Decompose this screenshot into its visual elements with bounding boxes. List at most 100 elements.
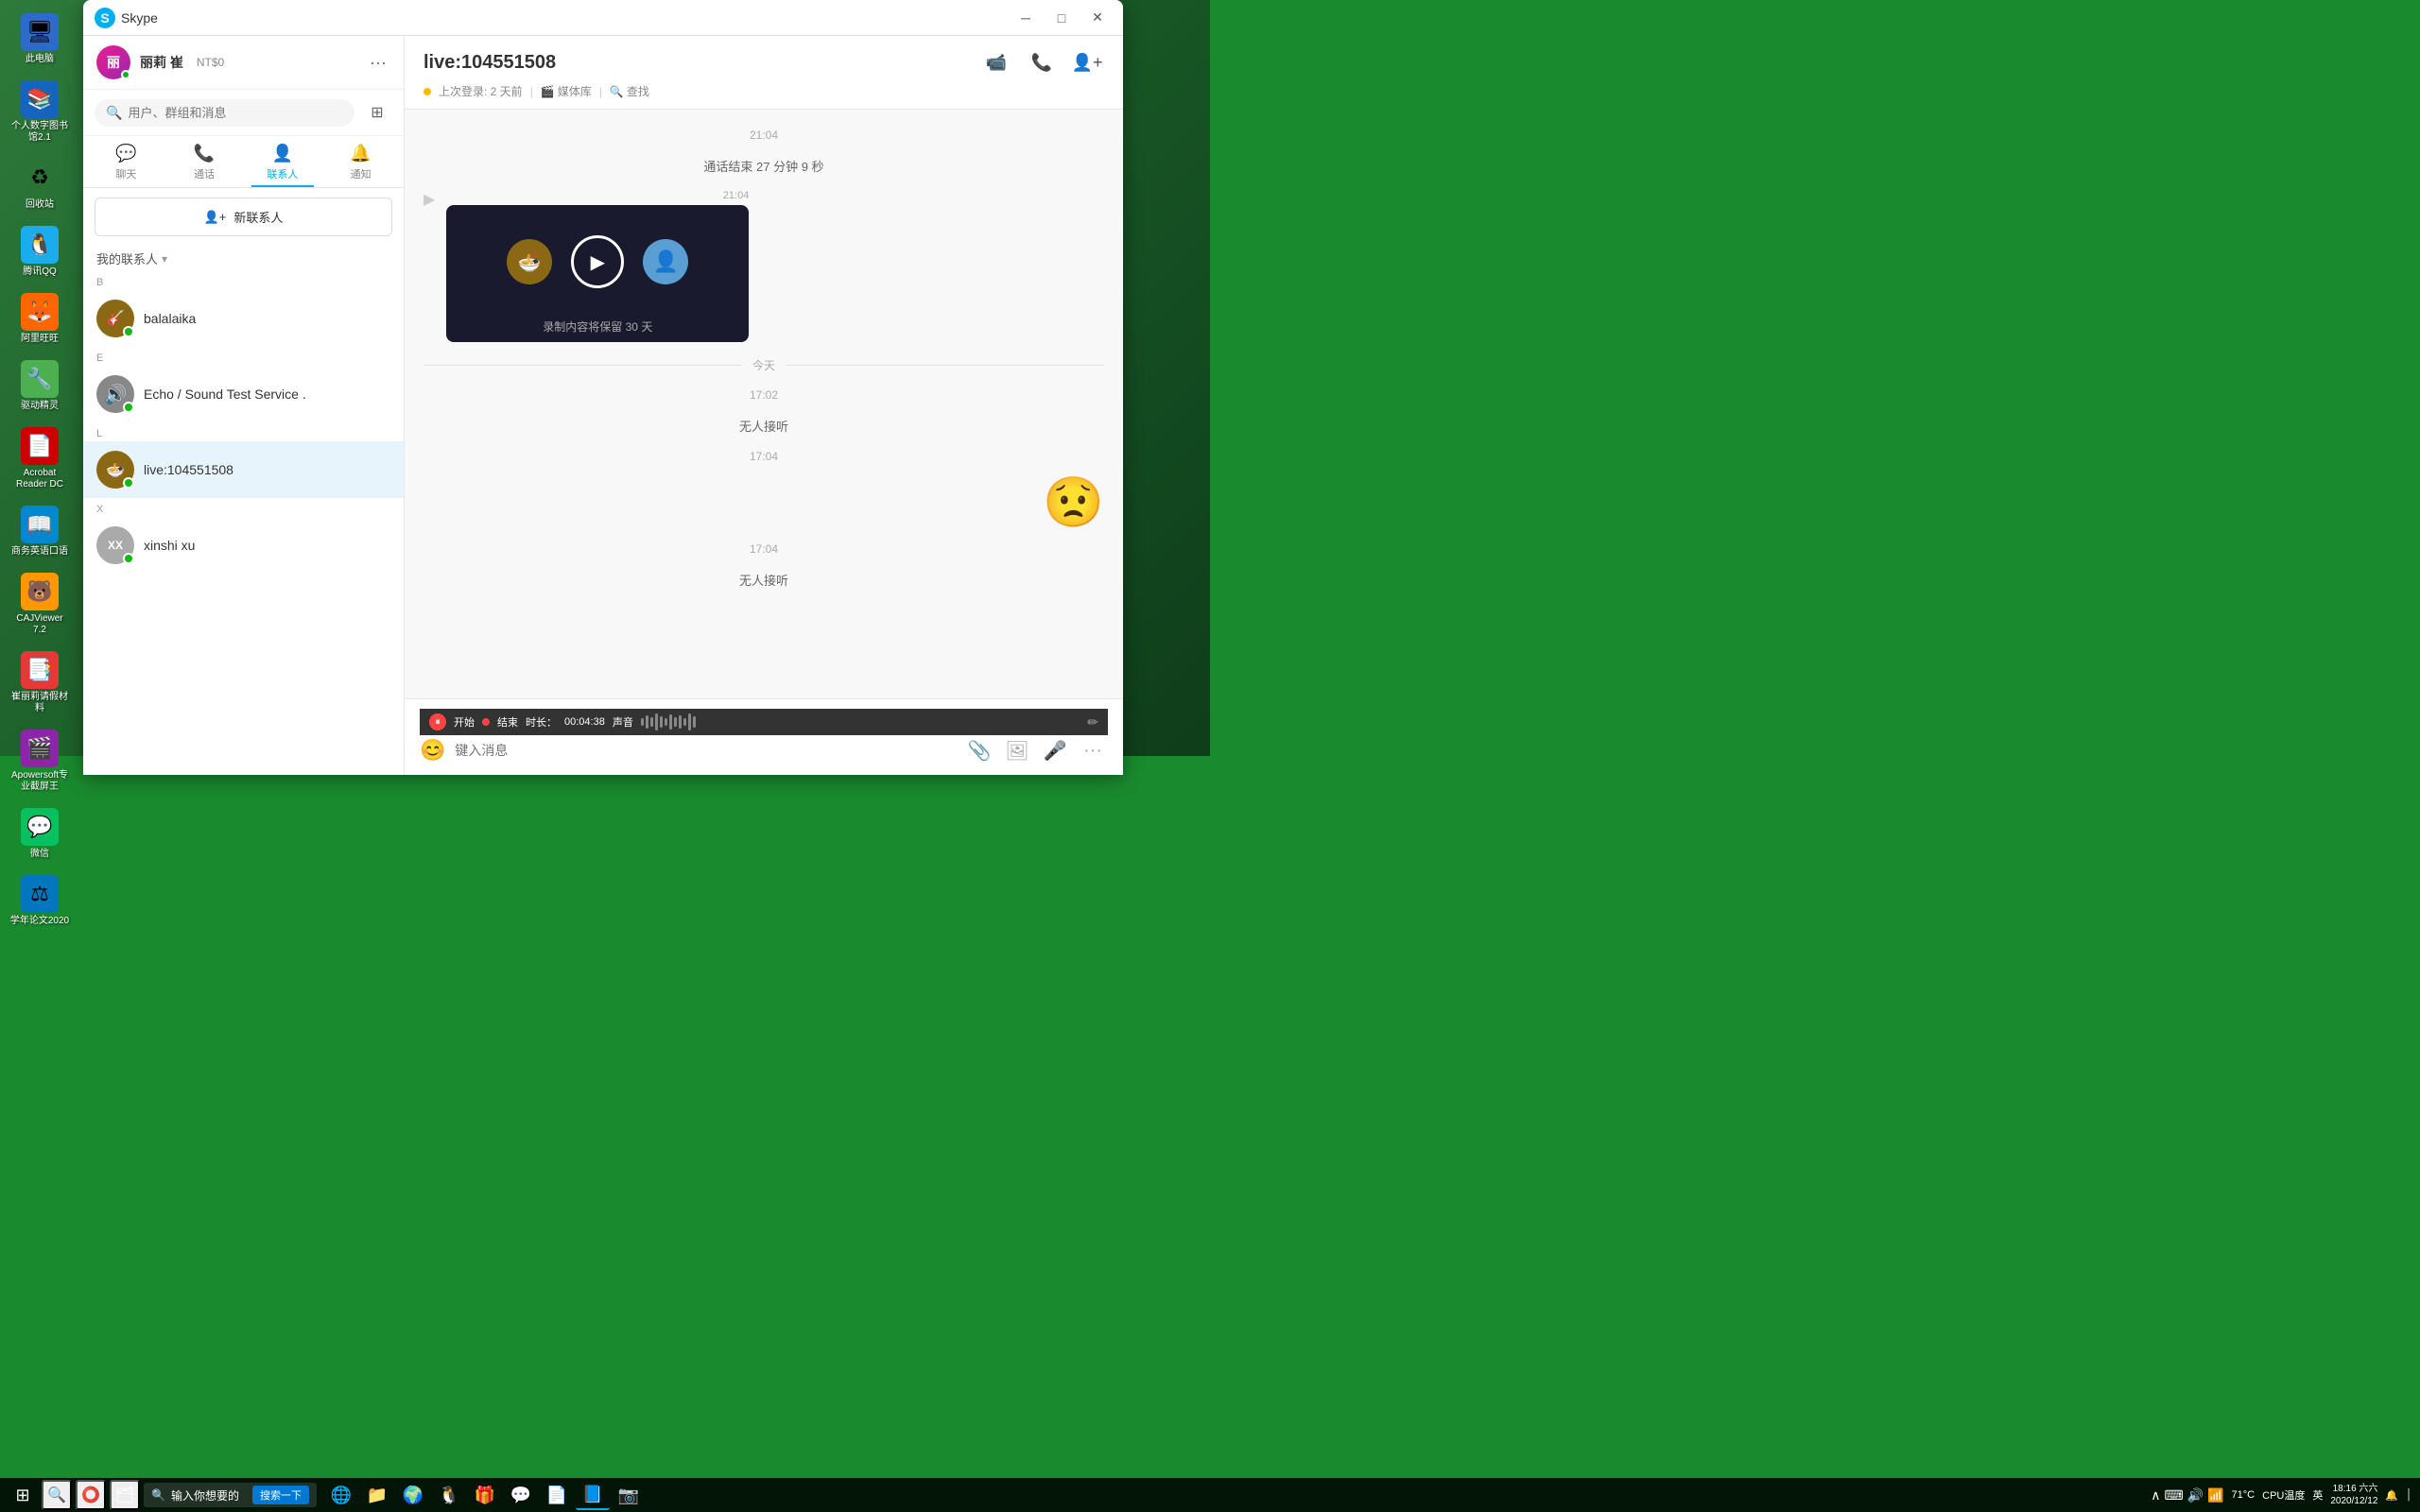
app-title: Skype — [121, 10, 158, 26]
wave-bar — [660, 716, 663, 728]
header-menu-button[interactable]: ··· — [366, 49, 390, 77]
desktop-icon-apowersoft[interactable]: 🎬 Apowersoft专业截屏王 — [6, 726, 74, 797]
list-item[interactable]: 🔊 Echo / Sound Test Service . — [83, 366, 404, 422]
taskbar-search-bar[interactable]: 🔍 输入你想要的 搜索一下 — [144, 1483, 317, 1507]
tab-call[interactable]: 📞 通话 — [165, 136, 244, 187]
list-item[interactable]: 🎸 balalaika — [83, 290, 404, 347]
play-button[interactable]: ▶ — [571, 235, 624, 288]
taskbar-app-bonus[interactable]: 🎁 — [468, 1480, 502, 1510]
wave-bar — [669, 714, 672, 730]
skype-window: S Skype ─ □ ✕ 丽 丽莉 崔 NT$0 — [83, 0, 1123, 775]
search-link[interactable]: 🔍 查找 — [610, 83, 649, 99]
taskbar-apps: 🌐 📁 🌍 🐧 🎁 💬 📄 📘 📷 — [324, 1480, 646, 1510]
desktop-icon-library[interactable]: 📚 个人数字图书馆2.1 — [6, 77, 74, 147]
voice-call-button[interactable]: 📞 — [1025, 45, 1059, 79]
last-login-text: 上次登录: 2 天前 — [439, 83, 523, 99]
search-input-wrap[interactable]: 🔍 — [95, 99, 354, 127]
media-link[interactable]: 🎬 媒体库 — [541, 83, 592, 99]
desktop-icon-paper[interactable]: 📑 崔丽莉请假材料 — [6, 647, 74, 718]
wave-bar — [641, 718, 644, 726]
list-item[interactable]: XX xinshi xu — [83, 517, 404, 574]
aliwangwang-icon: 🦊 — [21, 293, 59, 331]
attach-file-button[interactable]: 📎 — [964, 735, 994, 765]
taskbar-app-ie[interactable]: 🌐 — [324, 1480, 358, 1510]
my-contacts-header[interactable]: 我的联系人 ▾ — [83, 246, 404, 271]
desktop-icon-caida[interactable]: ⚖ 学年论文2020 — [6, 871, 74, 931]
chat-header: live:104551508 📹 📞 👤+ 上次登录: 2 天前 | 🎬 — [405, 36, 1123, 110]
search-button[interactable]: 搜索一下 — [252, 1486, 309, 1504]
desktop-icon-acrobat[interactable]: 📄 Acrobat Reader DC — [6, 423, 74, 494]
desktop-icon-wechat[interactable]: 💬 微信 — [6, 804, 74, 864]
taskbar-time[interactable]: 18:16 六六 2020/12/12 — [2330, 1483, 2377, 1507]
taskbar-task-view-button[interactable]: 🗂 — [110, 1480, 140, 1510]
video-call-button[interactable]: 📹 — [979, 45, 1013, 79]
skype-body: 丽 丽莉 崔 NT$0 ··· 🔍 ⊞ — [83, 36, 1123, 775]
mic-button[interactable]: 🎤 — [1040, 735, 1070, 765]
notify-icon: 🔔 — [350, 144, 371, 163]
pen-icon[interactable]: ✏ — [1087, 714, 1098, 730]
desktop-icon-driver[interactable]: 🔧 驱动精灵 — [6, 356, 74, 416]
cpu-label: CPU温度 — [2262, 1487, 2305, 1503]
wave-bar — [655, 713, 658, 730]
chat-meta: 上次登录: 2 天前 | 🎬 媒体库 | 🔍 查找 — [424, 83, 1104, 99]
date-divider: 今天 — [424, 357, 1104, 373]
time-display: 18:16 六六 — [2333, 1483, 2378, 1495]
skype-logo-icon: S — [95, 8, 115, 28]
time-label: 17:04 — [424, 450, 1104, 463]
more-options-button[interactable]: ··· — [1078, 735, 1108, 765]
tab-notify[interactable]: 🔔 通知 — [321, 136, 400, 187]
volume-icon[interactable]: 🔊 — [2187, 1487, 2204, 1503]
taskbar-app-pdf[interactable]: 📄 — [540, 1480, 574, 1510]
grid-button[interactable]: ⊞ — [362, 97, 392, 128]
close-button[interactable]: ✕ — [1083, 7, 1112, 29]
taskbar-app-folder[interactable]: 📁 — [360, 1480, 394, 1510]
notification-icon[interactable]: 🔔 — [2385, 1489, 2398, 1502]
chat-title: live:104551508 — [424, 52, 556, 74]
recycle-icon: ♻ — [21, 159, 59, 197]
message-input[interactable] — [455, 743, 955, 758]
title-bar: S Skype ─ □ ✕ — [83, 0, 1123, 36]
desktop-icon-english[interactable]: 📖 商务英语口语 — [6, 502, 74, 561]
image-button[interactable]: 🖼 — [1002, 735, 1032, 765]
desktop-icon-cajviewer[interactable]: 🐻 CAJViewer 7.2 — [6, 569, 74, 640]
video-record-time: 21:04 — [446, 190, 749, 201]
taskbar-notify: ∧ ⌨ 🔊 📶 — [2151, 1487, 2223, 1503]
wave-bar — [688, 713, 691, 730]
taskbar-app-camera[interactable]: 📷 — [612, 1480, 646, 1510]
emoji-button[interactable]: 😊 — [420, 738, 445, 763]
taskbar-app-chat[interactable]: 💬 — [504, 1480, 538, 1510]
taskbar-app-chrome[interactable]: 🌍 — [396, 1480, 430, 1510]
taskbar-app-qq[interactable]: 🐧 — [432, 1480, 466, 1510]
avatar: 丽 — [96, 45, 130, 79]
up-arrow-icon[interactable]: ∧ — [2151, 1487, 2160, 1503]
list-item[interactable]: 🍜 live:104551508 — [83, 441, 404, 498]
pause-button[interactable]: ⏸ — [429, 713, 446, 730]
desktop-icon-computer[interactable]: 🖥 此电脑 — [6, 9, 74, 69]
tab-contacts[interactable]: 👤 联系人 — [244, 136, 322, 187]
desktop-icon-aliwangwang[interactable]: 🦊 阿里旺旺 — [6, 289, 74, 349]
search-input[interactable] — [128, 106, 343, 120]
network-icon[interactable]: 📶 — [2207, 1487, 2223, 1503]
desktop-icon-qq[interactable]: 🐧 腾讯QQ — [6, 222, 74, 282]
taskbar-app-skype[interactable]: 📘 — [576, 1480, 610, 1510]
time-label: 17:04 — [424, 542, 1104, 556]
tab-chat[interactable]: 💬 聊天 — [87, 136, 165, 187]
start-button[interactable]: ⊞ — [8, 1480, 38, 1510]
status-dot-online — [123, 477, 134, 489]
wechat-icon: 💬 — [21, 808, 59, 846]
add-contact-button[interactable]: 👤+ — [1070, 45, 1104, 79]
desktop-icon-recycle[interactable]: ♻ 回收站 — [6, 155, 74, 215]
taskbar-cortana-button[interactable]: ⭕ — [76, 1480, 106, 1510]
recycle-icon-label: 回收站 — [26, 199, 54, 211]
maximize-button[interactable]: □ — [1047, 7, 1076, 29]
start-label: 开始 — [454, 714, 475, 730]
participant-avatar-1: 🍜 — [507, 239, 552, 284]
show-desktop-button[interactable]: │ — [2406, 1489, 2412, 1501]
apowersoft-icon-label: Apowersoft专业截屏王 — [9, 770, 70, 793]
chat-header-top: live:104551508 📹 📞 👤+ — [424, 45, 1104, 79]
taskbar-search-icon[interactable]: 🔍 — [42, 1480, 72, 1510]
lang-indicator[interactable]: 英 — [2312, 1487, 2323, 1503]
system-message: 无人接听 — [424, 571, 1104, 589]
new-contact-button[interactable]: 👤+ 新联系人 — [95, 198, 392, 236]
minimize-button[interactable]: ─ — [1011, 7, 1040, 29]
